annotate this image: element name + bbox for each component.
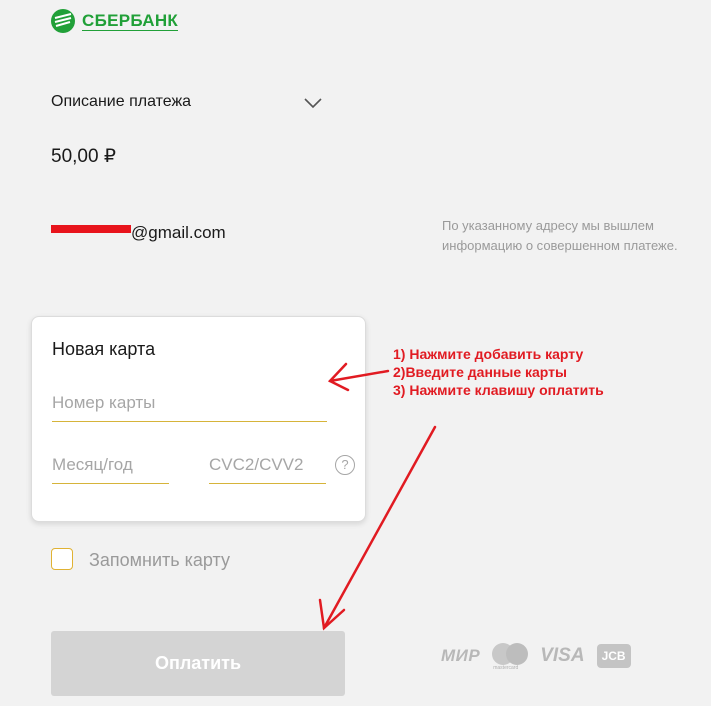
mastercard-circle-right: [506, 643, 529, 665]
remember-card-checkbox[interactable]: [51, 548, 73, 570]
email-note: По указанному адресу мы вышлем информаци…: [442, 218, 678, 253]
visa-logo: VISA: [540, 645, 585, 666]
mir-logo: МИР: [441, 646, 481, 665]
card-number-input[interactable]: Номер карты: [52, 393, 327, 422]
cvc-input[interactable]: CVC2/CVV2: [209, 455, 326, 484]
payment-systems-logos: МИР mastercard VISA JCB: [441, 643, 631, 671]
mastercard-logo: mastercard: [492, 643, 529, 671]
jcb-logo: JCB: [596, 644, 631, 668]
email-domain: @gmail.com: [131, 223, 226, 242]
redacted-email-name: [51, 225, 131, 233]
pay-button[interactable]: Оплатить: [51, 631, 345, 696]
instruction-step-2: 2)Введите данные карты: [393, 364, 567, 380]
instructions-annotation: 1) Нажмите добавить карту 2)Введите данн…: [393, 345, 604, 399]
sberbank-logo-icon: [51, 9, 75, 33]
month-year-input[interactable]: Месяц/год: [52, 455, 169, 484]
card-form-title: Новая карта: [52, 339, 156, 359]
logo-text: СБЕРБАНК: [82, 10, 179, 31]
new-card-form: Новая карта Номер карты Месяц/год CVC2/C…: [31, 316, 366, 522]
instruction-step-3: 3) Нажмите клавишу оплатить: [393, 382, 604, 398]
mastercard-caption: mastercard: [493, 665, 519, 671]
payment-amount: 50,00 ₽: [51, 146, 116, 167]
sberbank-logo: СБЕРБАНК: [50, 8, 179, 34]
payment-description-label[interactable]: Описание платежа: [51, 93, 191, 111]
email-display: @gmail.com: [51, 223, 226, 243]
cvc-help-icon[interactable]: ?: [335, 455, 355, 475]
remember-card-label[interactable]: Запомнить карту: [89, 550, 230, 571]
instruction-step-1: 1) Нажмите добавить карту: [393, 346, 584, 362]
chevron-down-icon[interactable]: [304, 97, 322, 109]
